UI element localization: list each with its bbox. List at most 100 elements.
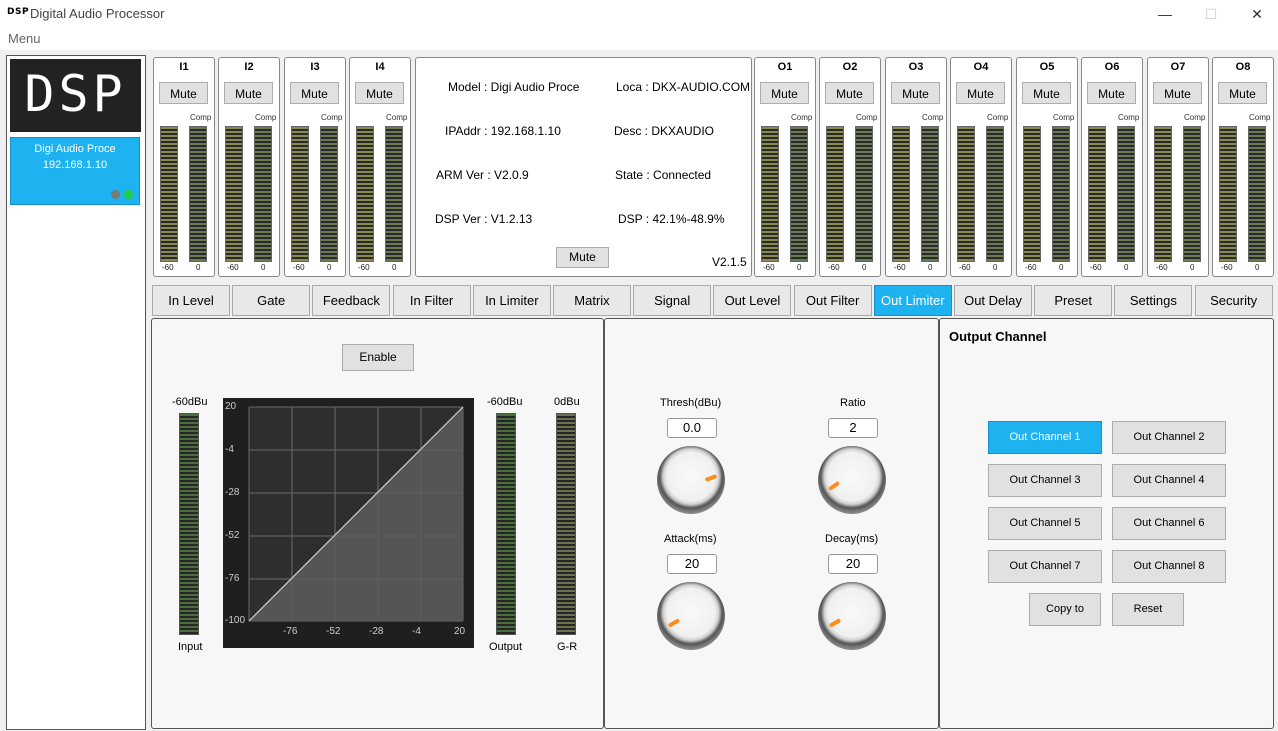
close-button[interactable]: ✕ xyxy=(1242,4,1272,24)
tab-in-limiter[interactable]: In Limiter xyxy=(472,285,551,316)
channel-mute-button[interactable]: Mute xyxy=(224,82,273,104)
scale-max-label: 0 xyxy=(261,263,266,272)
comp-label: Comp xyxy=(1118,113,1140,122)
graph-y-tick: -52 xyxy=(225,530,240,541)
level-meter xyxy=(1088,126,1106,262)
tab-signal[interactable]: Signal xyxy=(633,285,712,316)
input-meter-label: Input xyxy=(178,641,203,653)
comp-label: Comp xyxy=(386,113,408,122)
scale-max-label: 0 xyxy=(1059,263,1064,272)
channel-mute-button[interactable]: Mute xyxy=(760,82,809,104)
attack-value[interactable]: 20 xyxy=(667,554,717,574)
out-channel-button-2[interactable]: Out Channel 2 xyxy=(1112,421,1226,454)
comp-label: Comp xyxy=(1249,113,1271,122)
scale-max-label: 0 xyxy=(1255,263,1260,272)
thresh-knob-indicator xyxy=(704,474,718,482)
tab-matrix[interactable]: Matrix xyxy=(553,285,631,316)
level-meter xyxy=(291,126,309,262)
tab-gate[interactable]: Gate xyxy=(232,285,311,316)
channel-mute-button[interactable]: Mute xyxy=(956,82,1005,104)
channel-mute-button[interactable]: Mute xyxy=(159,82,208,104)
channel-mute-button[interactable]: Mute xyxy=(290,82,339,104)
inputs-channel-strip: I2 Mute Comp -60 0 xyxy=(218,57,280,277)
comp-label: Comp xyxy=(987,113,1009,122)
out-channel-button-7[interactable]: Out Channel 7 xyxy=(988,550,1102,583)
level-meter xyxy=(826,126,844,262)
attack-knob[interactable] xyxy=(657,582,725,650)
inputs-channel-strip: I1 Mute Comp -60 0 xyxy=(153,57,215,277)
scale-max-label: 0 xyxy=(1190,263,1195,272)
channel-mute-button[interactable]: Mute xyxy=(1022,82,1071,104)
ratio-value[interactable]: 2 xyxy=(828,418,878,438)
info-state: State : Connected xyxy=(615,168,712,182)
channel-mute-button[interactable]: Mute xyxy=(1153,82,1202,104)
thresh-knob[interactable] xyxy=(657,446,725,514)
comp-label: Comp xyxy=(1053,113,1075,122)
channel-mute-button[interactable]: Mute xyxy=(825,82,874,104)
master-mute-button[interactable]: Mute xyxy=(556,247,609,268)
scale-min-label: -60 xyxy=(358,263,370,272)
out-channel-button-3[interactable]: Out Channel 3 xyxy=(988,464,1102,497)
info-model: Model : Digi Audio Proce xyxy=(448,80,580,94)
tab-out-delay[interactable]: Out Delay xyxy=(954,285,1032,316)
thresh-value[interactable]: 0.0 xyxy=(667,418,717,438)
out-channel-button-6[interactable]: Out Channel 6 xyxy=(1112,507,1226,540)
tab-settings[interactable]: Settings xyxy=(1114,285,1193,316)
out-channel-button-4[interactable]: Out Channel 4 xyxy=(1112,464,1226,497)
channel-mute-button[interactable]: Mute xyxy=(1218,82,1267,104)
out-channel-button-8[interactable]: Out Channel 8 xyxy=(1112,550,1226,583)
status-dot-icon xyxy=(111,190,120,199)
tab-out-filter[interactable]: Out Filter xyxy=(793,285,872,316)
device-card[interactable]: Digi Audio Proce 192.168.1.10 xyxy=(10,137,140,205)
channel-label: O2 xyxy=(842,61,858,73)
tab-in-level[interactable]: In Level xyxy=(152,285,230,316)
channel-label: O6 xyxy=(1104,61,1120,73)
decay-value[interactable]: 20 xyxy=(828,554,878,574)
info-desc: Desc : DKXAUDIO xyxy=(614,124,715,138)
tab-out-level[interactable]: Out Level xyxy=(713,285,792,316)
channel-label: O1 xyxy=(777,61,793,73)
comp-label: Comp xyxy=(922,113,944,122)
outputs-channel-strip: O1 Mute Comp -60 0 xyxy=(754,57,816,277)
outputs-channel-strip: O3 Mute Comp -60 0 xyxy=(885,57,947,277)
channel-mute-button[interactable]: Mute xyxy=(355,82,404,104)
graph-y-tick: -28 xyxy=(225,487,240,498)
decay-knob[interactable] xyxy=(818,582,886,650)
scale-max-label: 0 xyxy=(928,263,933,272)
copy-to-button[interactable]: Copy to xyxy=(1029,593,1101,626)
level-meter xyxy=(225,126,243,262)
scale-min-label: -60 xyxy=(894,263,906,272)
tab-out-limiter[interactable]: Out Limiter xyxy=(873,285,952,316)
comp-meter xyxy=(1183,126,1201,262)
minimize-button[interactable]: — xyxy=(1150,4,1180,24)
comp-meter xyxy=(921,126,939,262)
device-name: Digi Audio Proce xyxy=(34,143,116,155)
maximize-button[interactable]: ☐ xyxy=(1196,4,1226,24)
tab-security[interactable]: Security xyxy=(1194,285,1273,316)
channel-mute-button[interactable]: Mute xyxy=(891,82,940,104)
comp-meter xyxy=(1248,126,1266,262)
enable-button[interactable]: Enable xyxy=(342,344,414,371)
channel-label: I2 xyxy=(244,61,254,73)
device-ip: 192.168.1.10 xyxy=(42,159,108,171)
out-channel-button-1[interactable]: Out Channel 1 xyxy=(988,421,1102,454)
out-channel-button-5[interactable]: Out Channel 5 xyxy=(988,507,1102,540)
ratio-knob[interactable] xyxy=(818,446,886,514)
info-arm-ver: ARM Ver : V2.0.9 xyxy=(436,168,529,182)
gr-meter-top-label: 0dBu xyxy=(554,396,580,408)
tab-feedback[interactable]: Feedback xyxy=(312,285,391,316)
outputs-channel-strip: O8 Mute Comp -60 0 xyxy=(1212,57,1274,277)
reset-button[interactable]: Reset xyxy=(1112,593,1184,626)
comp-meter xyxy=(320,126,338,262)
channel-mute-button[interactable]: Mute xyxy=(1087,82,1136,104)
online-dot-icon xyxy=(124,190,133,199)
scale-min-label: -60 xyxy=(763,263,775,272)
limiter-curve-svg xyxy=(248,406,464,622)
tab-preset[interactable]: Preset xyxy=(1034,285,1113,316)
gain-reduction-meter xyxy=(556,413,576,635)
menu-item[interactable]: Menu xyxy=(8,31,41,46)
level-meter xyxy=(761,126,779,262)
level-meter xyxy=(1219,126,1237,262)
tab-in-filter[interactable]: In Filter xyxy=(392,285,471,316)
comp-label: Comp xyxy=(321,113,343,122)
